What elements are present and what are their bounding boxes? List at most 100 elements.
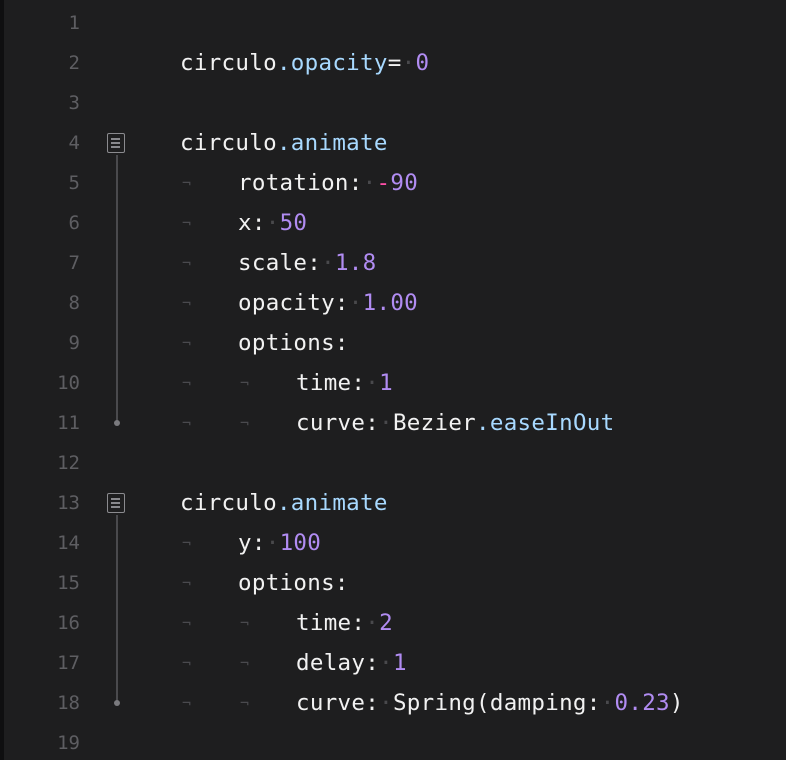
token-plain: circulo — [180, 130, 277, 156]
tab-indent-marker: ¬ — [182, 374, 192, 392]
code-text[interactable]: circulo.animate — [180, 123, 388, 163]
tab-indent-marker: ¬ — [240, 414, 250, 432]
code-line[interactable]: 6 ¬ x:·50 — [4, 203, 786, 243]
code-line[interactable]: 10 ¬ ¬ time:·1 — [4, 363, 786, 403]
code-line[interactable]: 11 ¬ ¬ curve:·Bezier.easeInOut — [4, 403, 786, 443]
token-ws: · — [362, 170, 377, 196]
code-line[interactable]: 17 ¬ ¬ delay:·1 — [4, 643, 786, 683]
code-line[interactable]: 2 circulo.opacity=·0 — [4, 43, 786, 83]
code-editor[interactable]: 1 2 circulo.opacity=·0 3 4 circulo.animate 5 ¬ r… — [0, 0, 786, 760]
tab-indent-marker: ¬ — [182, 334, 192, 352]
token-minus: - — [376, 170, 391, 196]
line-number: 18 — [57, 692, 80, 714]
line-number: 1 — [68, 12, 80, 34]
code-text[interactable]: curve:·Spring(damping:·0.23) — [296, 683, 684, 723]
token-ws: · — [265, 210, 280, 236]
code-line[interactable]: 3 — [4, 83, 786, 123]
line-number: 9 — [68, 332, 80, 354]
token-dot: .animate — [276, 130, 388, 156]
token-ws: · — [321, 250, 335, 276]
code-text[interactable]: circulo.opacity=·0 — [180, 43, 429, 83]
line-number: 17 — [57, 652, 80, 674]
tab-indent-marker: ¬ — [182, 614, 192, 632]
token-plain: circulo — [180, 50, 277, 76]
token-ws: · — [379, 650, 393, 676]
token-plain: = — [387, 50, 402, 76]
line-number: 7 — [68, 252, 80, 274]
tab-indent-marker: ¬ — [182, 694, 192, 712]
token-ws: · — [600, 690, 615, 716]
line-number: 16 — [57, 612, 80, 634]
tab-indent-marker: ¬ — [182, 654, 192, 672]
tab-indent-marker: ¬ — [182, 254, 192, 272]
code-line[interactable]: 18 ¬ ¬ curve:·Spring(damping:·0.23) — [4, 683, 786, 723]
token-plain: x: — [238, 210, 266, 236]
code-text[interactable]: y:·100 — [238, 523, 321, 563]
code-line[interactable]: 16 ¬ ¬ time:·2 — [4, 603, 786, 643]
token-num: 100 — [279, 530, 322, 556]
code-text[interactable]: scale:·1.8 — [238, 243, 376, 283]
code-line[interactable]: 9 ¬ options: — [4, 323, 786, 363]
token-plain: rotation: — [238, 170, 363, 196]
line-number: 13 — [57, 492, 80, 514]
token-num: 1 — [392, 650, 407, 676]
code-line[interactable]: 5 ¬ rotation:·-90 — [4, 163, 786, 203]
token-num: 1 — [379, 370, 393, 396]
code-text[interactable]: delay:·1 — [296, 643, 407, 683]
code-line[interactable]: 14 ¬ y:·100 — [4, 523, 786, 563]
line-number: 11 — [57, 412, 80, 434]
token-num: 0 — [415, 50, 430, 76]
line-number: 19 — [57, 732, 80, 754]
token-num: 90 — [390, 170, 419, 196]
tab-indent-marker: ¬ — [182, 214, 192, 232]
token-plain: circulo — [180, 490, 277, 516]
code-line[interactable]: 19 — [4, 723, 786, 760]
code-line[interactable]: 8 ¬ opacity:·1.00 — [4, 283, 786, 323]
token-plain: scale: — [238, 250, 322, 276]
token-plain: delay: — [296, 650, 380, 676]
code-text[interactable]: curve:·Bezier.easeInOut — [296, 403, 614, 443]
code-text[interactable]: options: — [238, 323, 349, 363]
token-ws: · — [379, 410, 393, 436]
token-ws: · — [365, 370, 380, 396]
code-text[interactable]: opacity:·1.00 — [238, 283, 418, 323]
token-plain: opacity: — [238, 290, 349, 316]
tab-indent-marker: ¬ — [182, 174, 192, 192]
code-line[interactable]: 12 — [4, 443, 786, 483]
token-plain: ) — [669, 690, 684, 716]
token-plain: options: — [238, 330, 349, 356]
token-plain: curve: — [296, 690, 380, 716]
code-text[interactable]: x:·50 — [238, 203, 307, 243]
code-line[interactable]: 4 circulo.animate — [4, 123, 786, 163]
token-num: 2 — [379, 610, 393, 636]
line-number: 14 — [57, 532, 80, 554]
code-text[interactable]: options: — [238, 563, 349, 603]
code-line[interactable]: 15 ¬ options: — [4, 563, 786, 603]
line-number: 15 — [57, 572, 80, 594]
line-number: 5 — [68, 172, 80, 194]
token-num: 50 — [279, 210, 308, 236]
tab-indent-marker: ¬ — [182, 414, 192, 432]
tab-indent-marker: ¬ — [240, 654, 250, 672]
token-plain: Bezier — [392, 410, 477, 436]
token-ws: · — [265, 530, 280, 556]
line-number: 2 — [68, 52, 80, 74]
token-ws: · — [348, 290, 363, 316]
code-line[interactable]: 7 ¬ scale:·1.8 — [4, 243, 786, 283]
tab-indent-marker: ¬ — [182, 574, 192, 592]
tab-indent-marker: ¬ — [240, 694, 250, 712]
code-line[interactable]: 1 — [4, 3, 786, 43]
token-num: 1.00 — [362, 290, 419, 316]
token-plain: time: — [296, 370, 366, 396]
token-num: 1.8 — [334, 250, 377, 276]
code-text[interactable]: rotation:·-90 — [238, 163, 418, 203]
code-line[interactable]: 13 circulo.animate — [4, 483, 786, 523]
code-text[interactable]: time:·2 — [296, 603, 393, 643]
line-number: 6 — [68, 212, 80, 234]
line-number: 8 — [68, 292, 80, 314]
code-text[interactable]: circulo.animate — [180, 483, 388, 523]
token-plain: options: — [238, 570, 349, 596]
code-text[interactable]: time:·1 — [296, 363, 393, 403]
token-dot: .easeInOut — [476, 410, 615, 436]
line-number: 12 — [57, 452, 80, 474]
